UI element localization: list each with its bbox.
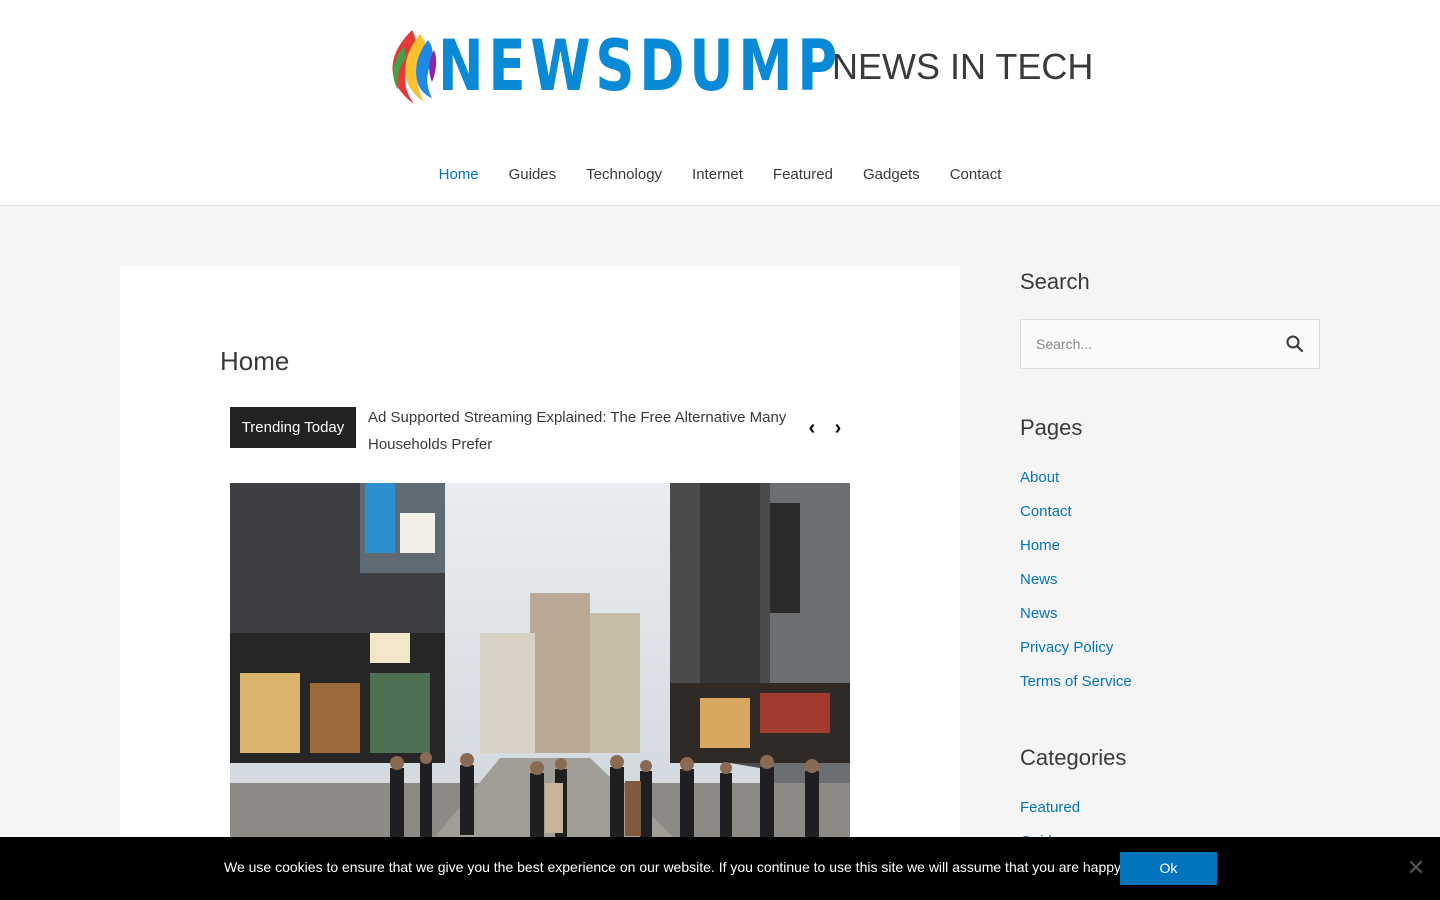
list-item: Contact [1020,495,1320,529]
list-item: News [1020,597,1320,631]
category-link-featured[interactable]: Featured [1020,799,1080,816]
cookie-notice-text: We use cookies to ensure that we give yo… [224,859,1165,875]
list-item: About [1020,461,1320,495]
nav-item-contact[interactable]: Contact [935,150,1017,204]
trending-ticker: Trending Today Ad Supported Streaming Ex… [230,404,850,464]
trending-label: Trending Today [230,407,356,448]
nav-item-home[interactable]: Home [424,150,494,204]
chevron-right-icon[interactable]: › [828,414,848,442]
page-link-about[interactable]: About [1020,469,1059,486]
page-link-news-2[interactable]: News [1020,605,1058,622]
cookie-accept-button[interactable]: Ok [1120,852,1217,885]
primary-navigation: Home Guides Technology Internet Featured… [0,150,1440,204]
search-widget: Search [1020,266,1320,369]
sidebar: Search Pages About Contact Home News New… [1020,266,1320,859]
nav-item-internet[interactable]: Internet [677,150,758,204]
featured-post-image[interactable] [230,483,850,843]
search-widget-title: Search [1020,269,1090,294]
nav-item-gadgets[interactable]: Gadgets [848,150,935,204]
search-icon[interactable] [1285,334,1305,354]
site-tagline: NEWS IN TECH [832,46,1094,87]
page-title: Home [220,346,290,376]
site-header: NEWSDUMP NEWS IN TECH Home Guides Techno… [0,0,1440,206]
close-icon[interactable]: ✕ [1405,857,1427,879]
page-link-terms-of-service[interactable]: Terms of Service [1020,673,1132,690]
street-scene-photo [230,483,850,843]
page-link-home[interactable]: Home [1020,537,1060,554]
categories-widget-title: Categories [1020,745,1127,770]
trending-headline-link[interactable]: Ad Supported Streaming Explained: The Fr… [368,404,798,458]
list-item: News [1020,563,1320,597]
cookie-notice: We use cookies to ensure that we give yo… [0,837,1440,900]
page-link-contact[interactable]: Contact [1020,503,1072,520]
page-link-news[interactable]: News [1020,571,1058,588]
chevron-left-icon[interactable]: ‹ [802,414,822,442]
logo-wordmark: NEWSDUMP [438,25,842,107]
pages-widget: Pages About Contact Home News News Priva… [1020,412,1320,699]
search-form [1020,319,1320,369]
list-item: Privacy Policy [1020,631,1320,665]
pages-widget-title: Pages [1020,415,1083,440]
list-item: Home [1020,529,1320,563]
nav-item-guides[interactable]: Guides [494,150,572,204]
page-link-privacy-policy[interactable]: Privacy Policy [1020,639,1113,656]
main-content: Home Trending Today Ad Supported Streami… [120,266,960,900]
nav-item-featured[interactable]: Featured [758,150,848,204]
search-input[interactable] [1021,320,1271,368]
list-item: Terms of Service [1020,665,1320,699]
flame-logo-icon [392,30,437,104]
pages-list: About Contact Home News News Privacy Pol… [1020,461,1320,699]
site-logo[interactable]: NEWSDUMP [384,25,842,107]
ticker-controls: ‹ › [802,414,850,442]
list-item: Featured [1020,791,1320,825]
nav-item-technology[interactable]: Technology [571,150,677,204]
